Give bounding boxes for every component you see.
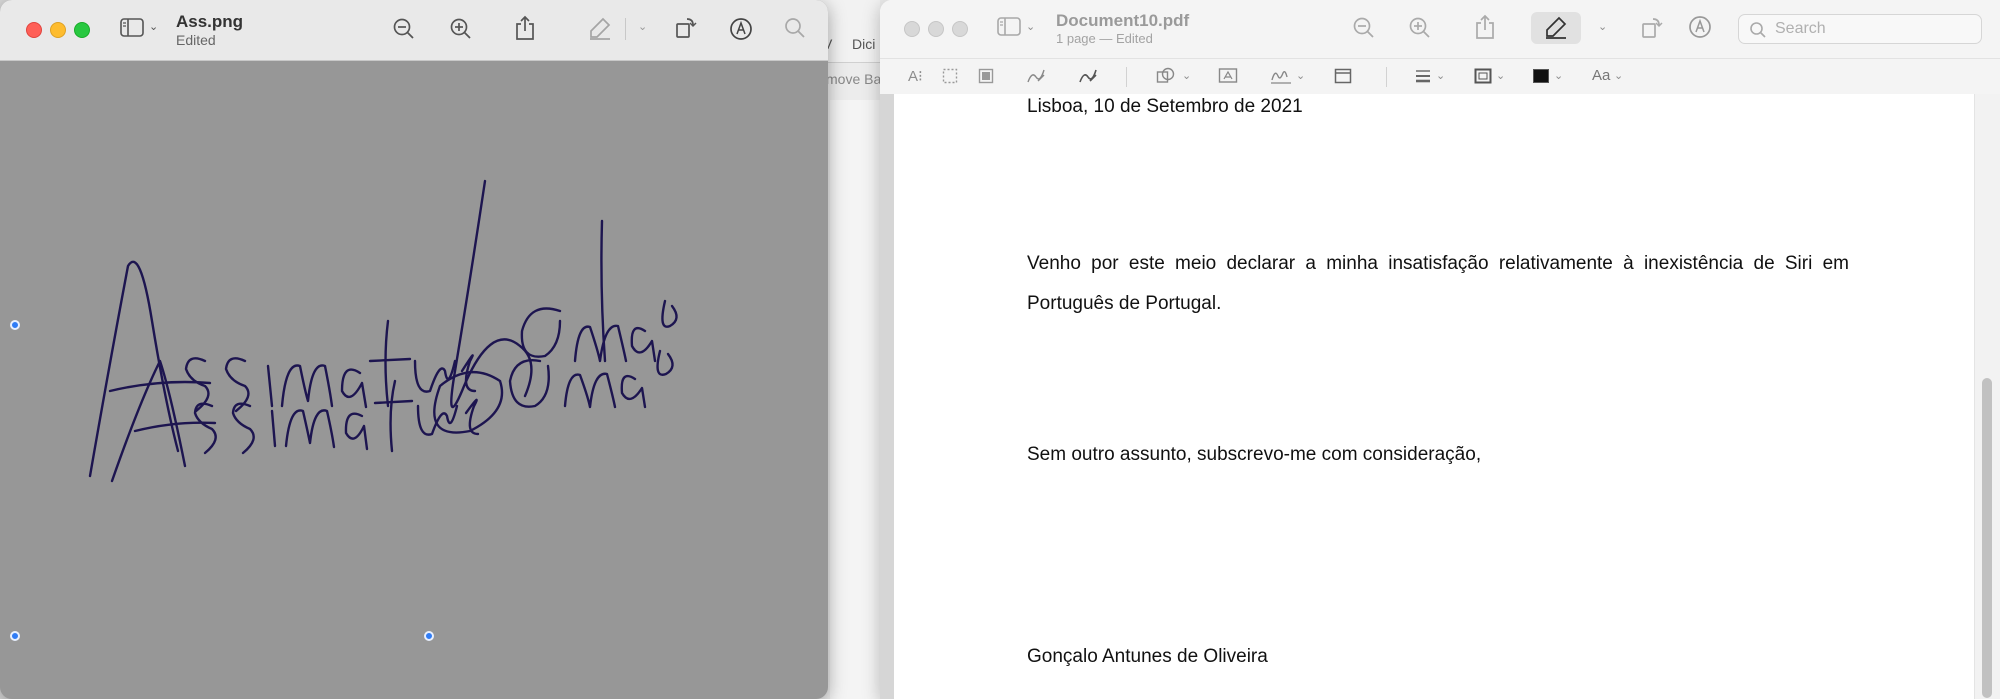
background-fragment-2: move Ba xyxy=(826,71,882,87)
window-titlebar: ⌄ Ass.png Edited ⌄ xyxy=(0,0,828,61)
page-gutter xyxy=(880,94,894,699)
draw-icon[interactable] xyxy=(1078,67,1098,90)
search-placeholder: Search xyxy=(1775,20,1826,37)
signature-chevron-icon[interactable]: ⌄ xyxy=(1296,69,1305,82)
markup-toolbar: A⁝ ⌄ ⌄ ⌄ ⌄ ⌄ Aa ⌄ xyxy=(880,58,2000,96)
highlight-pen-icon[interactable] xyxy=(588,16,612,40)
image-title: Ass.png xyxy=(176,12,244,31)
markup-icon[interactable] xyxy=(729,17,753,41)
border-color-chevron-icon[interactable]: ⌄ xyxy=(1496,69,1505,82)
close-button-inactive[interactable] xyxy=(904,21,920,37)
sidebar-icon[interactable] xyxy=(120,18,146,38)
minimize-button[interactable] xyxy=(50,22,66,38)
text-style-button[interactable]: Aa xyxy=(1592,67,1610,85)
sidebar-icon[interactable] xyxy=(997,17,1023,42)
window-titlebar: ⌄ Document10.pdf 1 page — Edited ⌄ Searc… xyxy=(880,0,2000,58)
resize-handle-bottom-left[interactable] xyxy=(10,631,20,641)
share-icon[interactable] xyxy=(1474,14,1496,45)
border-color-icon[interactable] xyxy=(1474,68,1492,89)
shapes-icon[interactable] xyxy=(1156,67,1178,90)
image-subtitle: Edited xyxy=(176,32,216,48)
note-icon[interactable] xyxy=(1334,68,1352,89)
zoom-in-icon[interactable] xyxy=(1408,16,1432,45)
minimize-button-inactive[interactable] xyxy=(928,21,944,37)
document-closing: Sem outro assunto, subscrevo-me com cons… xyxy=(1027,444,1482,465)
document-signature-name: Gonçalo Antunes de Oliveira xyxy=(1027,646,1268,667)
pdf-preview-window: ⌄ Document10.pdf 1 page — Edited ⌄ Searc… xyxy=(880,0,2000,699)
shape-style-icon[interactable] xyxy=(1414,68,1432,89)
close-button[interactable] xyxy=(26,22,42,38)
resize-handle-bottom[interactable] xyxy=(424,631,434,641)
rectangular-selection-icon[interactable] xyxy=(942,68,958,89)
handwritten-signature xyxy=(88,179,678,483)
text-box-icon[interactable] xyxy=(1218,67,1238,90)
signature-image[interactable] xyxy=(0,61,828,699)
resize-handle-left[interactable] xyxy=(10,320,20,330)
scrollbar-thumb[interactable] xyxy=(1982,378,1992,698)
search-field[interactable]: Search xyxy=(1738,14,1982,44)
text-style-chevron-icon[interactable]: ⌄ xyxy=(1614,69,1623,82)
rotate-icon[interactable] xyxy=(674,15,698,39)
chevron-down-icon[interactable]: ⌄ xyxy=(1026,20,1035,33)
text-selection-icon[interactable]: A⁝ xyxy=(908,68,923,86)
search-icon[interactable] xyxy=(784,17,806,39)
instant-alpha-icon[interactable] xyxy=(978,68,994,89)
zoom-in-icon[interactable] xyxy=(449,17,473,41)
chevron-down-icon[interactable]: ⌄ xyxy=(149,20,158,33)
toolbar-divider xyxy=(1386,67,1387,87)
toolbar-divider xyxy=(1126,67,1127,87)
pdf-page: Lisboa, 10 de Setembro de 2021 Venho por… xyxy=(894,94,1974,699)
markup-icon[interactable] xyxy=(1688,15,1712,44)
zoom-button-inactive[interactable] xyxy=(952,21,968,37)
highlight-options-chevron-icon[interactable]: ⌄ xyxy=(638,20,647,33)
background-window-body xyxy=(830,100,880,699)
highlight-pen-icon xyxy=(1544,15,1568,44)
fill-color-icon[interactable] xyxy=(1532,68,1550,89)
document-subtitle: 1 page — Edited xyxy=(1056,31,1153,46)
sketch-icon[interactable] xyxy=(1026,67,1046,90)
document-body-paragraph: Venho por este meio declarar a minha ins… xyxy=(1027,253,1849,314)
document-date-line: Lisboa, 10 de Setembro de 2021 xyxy=(1027,96,1303,117)
highlight-options-chevron-icon[interactable]: ⌄ xyxy=(1598,20,1607,33)
zoom-button[interactable] xyxy=(74,22,90,38)
shapes-chevron-icon[interactable]: ⌄ xyxy=(1182,69,1191,82)
zoom-out-icon[interactable] xyxy=(1352,16,1376,45)
fill-color-chevron-icon[interactable]: ⌄ xyxy=(1554,69,1563,82)
signature-icon[interactable] xyxy=(1270,67,1294,90)
shape-style-chevron-icon[interactable]: ⌄ xyxy=(1436,69,1445,82)
image-preview-window: ⌄ Ass.png Edited ⌄ xyxy=(0,0,828,699)
share-icon[interactable] xyxy=(514,15,536,41)
document-title: Document10.pdf xyxy=(1056,11,1190,30)
zoom-out-icon[interactable] xyxy=(392,17,416,41)
search-icon xyxy=(1749,21,1767,44)
rotate-icon[interactable] xyxy=(1640,15,1664,44)
toolbar-divider xyxy=(625,18,626,40)
background-menu-fragment: Dici xyxy=(852,36,876,52)
